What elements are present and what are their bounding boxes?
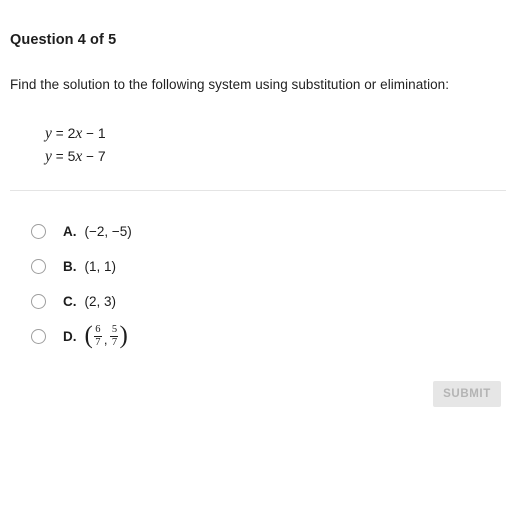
equation-lhs: y [45, 148, 52, 165]
equation-constant: 7 [97, 148, 106, 164]
fraction-numerator: 5 [111, 323, 118, 335]
option-letter-a: A. [63, 224, 77, 239]
answer-option-d[interactable]: D. ( 6 7 , 5 7 ) [31, 319, 491, 354]
equation-operator: − [86, 126, 95, 141]
option-text-c: (2, 3) [84, 294, 117, 309]
option-text-b: (1, 1) [84, 259, 117, 274]
close-paren: ) [119, 322, 128, 349]
equation-row: y = 5x − 7 [45, 145, 106, 168]
option-letter-c: C. [63, 294, 77, 309]
fraction-pair: ( 6 7 , 5 7 ) [84, 322, 128, 349]
equation-operator: − [86, 149, 95, 164]
fraction-numerator: 6 [95, 323, 101, 335]
radio-button-icon-c[interactable] [31, 294, 46, 309]
equation-equals: = [55, 126, 64, 141]
option-letter-d: D. [63, 329, 77, 344]
radio-button-icon-d[interactable] [31, 329, 46, 344]
open-paren: ( [84, 322, 93, 349]
radio-button-icon-b[interactable] [31, 259, 46, 274]
option-letter-b: B. [63, 259, 77, 274]
answer-option-a[interactable]: A. (−2, −5) [31, 214, 491, 249]
answer-option-c[interactable]: C. (2, 3) [31, 284, 491, 319]
fraction-separator: , [103, 332, 108, 347]
submit-button[interactable]: SUBMIT [433, 381, 501, 407]
equation-equals: = [55, 149, 64, 164]
section-divider [10, 190, 506, 191]
equation-lhs: y [45, 125, 52, 142]
fraction-second: 5 7 [110, 323, 119, 349]
equation-row: y = 2x − 1 [45, 122, 106, 145]
equation-constant: 1 [97, 125, 106, 141]
question-prompt: Find the solution to the following syste… [10, 77, 450, 92]
option-text-a: (−2, −5) [84, 224, 132, 239]
equation-variable: x [75, 125, 83, 142]
answer-option-b[interactable]: B. (1, 1) [31, 249, 491, 284]
equation-variable: x [75, 148, 83, 165]
fraction-denominator: 7 [111, 337, 118, 348]
equation-system: y = 2x − 1 y = 5x − 7 [45, 122, 106, 168]
radio-button-icon-a[interactable] [31, 224, 46, 239]
option-text-d: ( 6 7 , 5 7 ) [84, 322, 128, 349]
quiz-question-panel: Question 4 of 5 Find the solution to the… [0, 0, 518, 518]
fraction-first: 6 7 [93, 323, 102, 349]
fraction-denominator: 7 [95, 337, 101, 348]
answer-options-list: A. (−2, −5) B. (1, 1) C. (2, 3) D. ( 6 7… [31, 214, 491, 354]
page-title: Question 4 of 5 [10, 32, 117, 48]
